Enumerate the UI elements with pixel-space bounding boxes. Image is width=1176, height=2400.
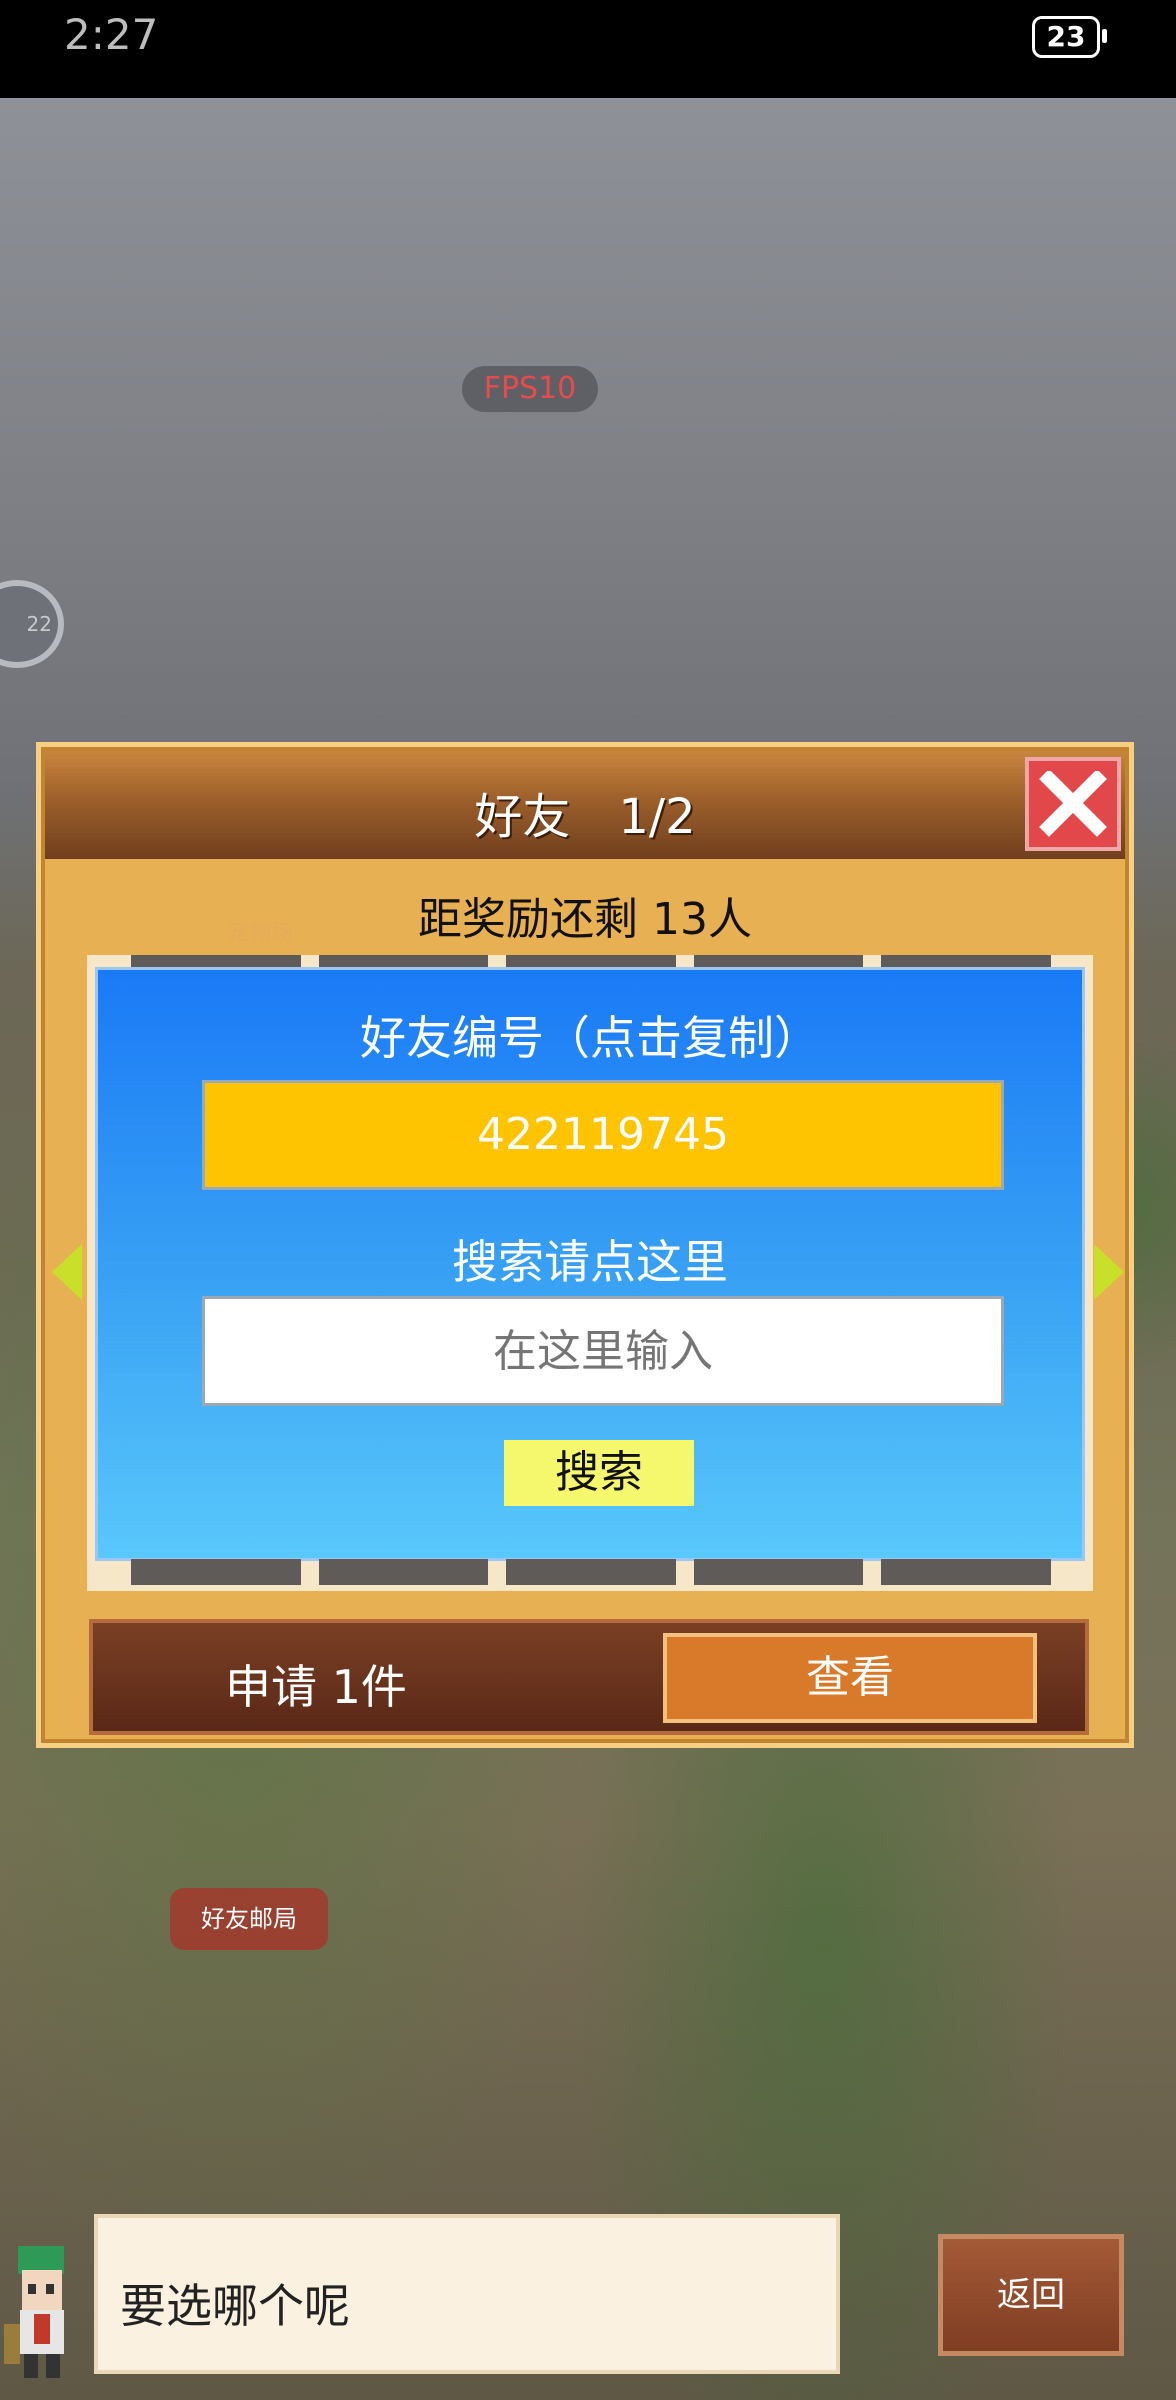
search-button[interactable]: 搜索	[504, 1440, 694, 1506]
side-ring-button[interactable]: 22	[0, 580, 64, 668]
next-page-arrow-icon[interactable]	[1094, 1244, 1124, 1300]
dialog-title: 好友 1/2	[474, 789, 696, 845]
back-button[interactable]: 返回	[938, 2234, 1124, 2356]
dialogue-text: 要选哪个呢	[120, 2279, 350, 2333]
close-icon	[1039, 771, 1107, 837]
faded-label: 宠物场	[227, 921, 294, 946]
friend-id-label: 好友编号（点击复制）	[360, 1011, 820, 1065]
status-time: 2:27	[64, 10, 159, 59]
prev-page-arrow-icon[interactable]	[52, 1244, 82, 1300]
friend-post-office-label[interactable]: 好友邮局	[170, 1888, 328, 1950]
battery-icon: 23	[1032, 16, 1107, 58]
character-avatar	[4, 2246, 64, 2378]
request-count: 申请 1件	[225, 1660, 407, 1714]
view-button[interactable]: 查看	[663, 1633, 1037, 1723]
friend-panel-frame: 好友编号（点击复制） 422119745 搜索请点这里 搜索	[87, 955, 1093, 1591]
panel-bottom-tabs	[131, 1559, 1051, 1585]
status-bar: 2:27 23	[0, 0, 1176, 98]
close-button[interactable]	[1025, 757, 1121, 851]
fps-badge: FPS10	[462, 366, 598, 412]
friend-id-copy-box[interactable]: 422119745	[202, 1080, 1004, 1190]
request-bar: 申请 1件 查看	[89, 1619, 1089, 1735]
reward-remaining-text: 距奖励还剩 13人	[418, 894, 752, 945]
search-input[interactable]	[202, 1296, 1004, 1406]
dialogue-bubble: 要选哪个呢	[94, 2214, 840, 2374]
friends-dialog: 好友 1/2 距奖励还剩 13人 宠物场 好友编号（点击复制） 42211974…	[36, 742, 1134, 1748]
friend-id-panel: 好友编号（点击复制） 422119745 搜索请点这里 搜索	[95, 967, 1085, 1561]
search-label: 搜索请点这里	[452, 1235, 728, 1289]
dialog-titlebar: 好友 1/2	[45, 751, 1125, 859]
